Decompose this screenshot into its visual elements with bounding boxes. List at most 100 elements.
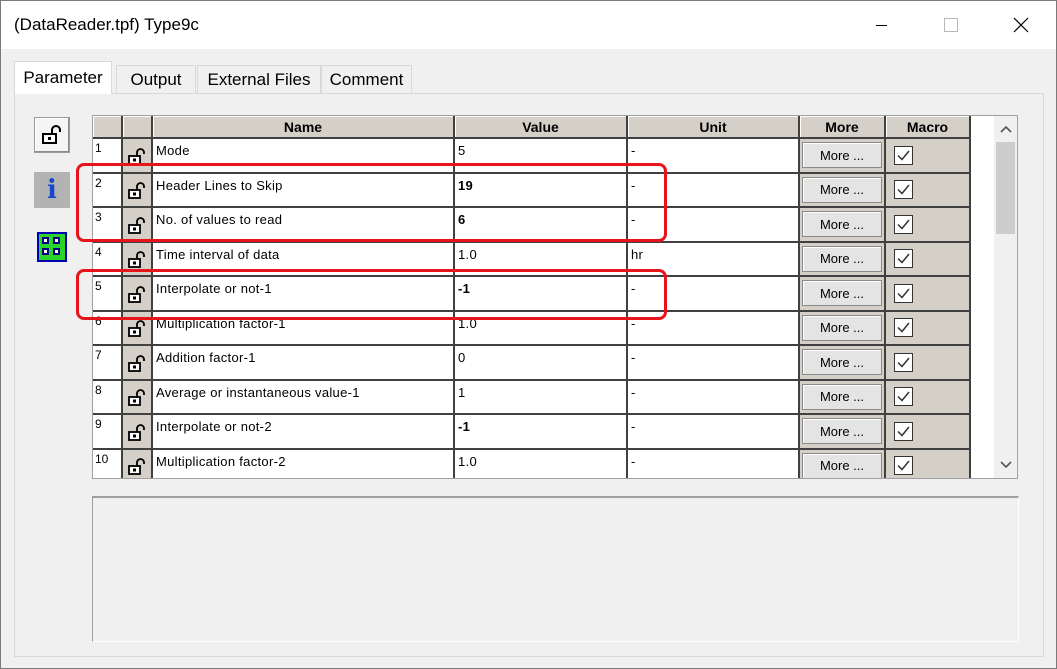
more-button[interactable]: More ... (802, 314, 882, 341)
macro-checkbox[interactable] (894, 456, 913, 476)
macro-checkbox[interactable] (894, 283, 913, 303)
more-button[interactable]: More ... (802, 452, 882, 478)
padlock-icon (128, 389, 145, 406)
chevron-down-icon (999, 461, 1012, 469)
row-lock-cell[interactable] (123, 449, 153, 478)
header-unit[interactable]: Unit (628, 116, 800, 139)
macro-cell (886, 277, 971, 312)
header-more[interactable]: More (800, 116, 886, 139)
more-button[interactable]: More ... (802, 245, 882, 272)
tab-external-files[interactable]: External Files (197, 65, 321, 93)
checkmark-icon (897, 253, 910, 264)
checkmark-icon (897, 322, 910, 333)
macro-checkbox[interactable] (894, 180, 913, 200)
parameter-unit-cell[interactable]: - (628, 449, 800, 478)
header-number (93, 116, 123, 139)
close-icon (1013, 17, 1029, 33)
row-lock-cell[interactable] (123, 380, 153, 415)
table-row[interactable]: 10 Multiplication factor-2 1.0- More ... (93, 449, 971, 478)
macro-cell (886, 346, 971, 381)
macro-cell (886, 139, 971, 174)
more-button[interactable]: More ... (802, 349, 882, 376)
parameter-value-cell[interactable]: -1 (455, 415, 628, 450)
padlock-icon (128, 251, 145, 268)
window-title: (DataReader.tpf) Type9c (14, 15, 199, 34)
macro-cell (886, 311, 971, 346)
more-cell: More ... (800, 242, 886, 277)
table-row[interactable]: 9 Interpolate or not-2 -1- More ... (93, 415, 971, 450)
header-value[interactable]: Value (455, 116, 628, 139)
scroll-up-button[interactable] (994, 118, 1017, 140)
more-cell: More ... (800, 311, 886, 346)
row-lock-cell[interactable] (123, 415, 153, 450)
checkmark-icon (897, 184, 910, 195)
parameter-name-cell: Multiplication factor-2 (153, 449, 455, 478)
table-row[interactable]: 7 Addition factor-1 0- More ... (93, 346, 971, 381)
tab-parameter[interactable]: Parameter (14, 61, 112, 94)
checkmark-icon (897, 357, 910, 368)
chart-icon (37, 232, 67, 262)
table-header-row: Name Value Unit More Macro (93, 116, 971, 139)
parameter-value-cell[interactable]: 1.0 (455, 449, 628, 478)
info-icon: i (47, 175, 57, 205)
macro-checkbox[interactable] (894, 214, 913, 234)
chevron-up-icon (999, 125, 1012, 133)
info-button[interactable]: i (34, 172, 70, 208)
macro-checkbox[interactable] (894, 387, 913, 407)
parameter-unit-cell[interactable]: - (628, 346, 800, 381)
padlock-icon (128, 423, 145, 441)
header-macro[interactable]: Macro (886, 116, 971, 139)
padlock-icon (42, 125, 61, 144)
lock-toggle-button[interactable] (34, 117, 70, 153)
more-button[interactable]: More ... (802, 280, 882, 307)
highlight-box-rows-2-3 (76, 163, 667, 242)
minimize-icon (875, 24, 887, 26)
tab-output[interactable]: Output (116, 65, 196, 93)
more-cell: More ... (800, 208, 886, 243)
checkmark-icon (897, 288, 910, 299)
highlight-box-row-5 (76, 269, 667, 320)
tab-comment[interactable]: Comment (321, 65, 412, 93)
row-number: 9 (93, 415, 123, 450)
row-lock-cell[interactable] (123, 346, 153, 381)
more-button[interactable]: More ... (802, 142, 882, 169)
more-button[interactable]: More ... (802, 418, 882, 445)
macro-checkbox[interactable] (894, 421, 913, 441)
header-name[interactable]: Name (153, 116, 455, 139)
checkmark-icon (897, 219, 910, 230)
parameter-name-cell: Addition factor-1 (153, 346, 455, 381)
parameter-unit-cell[interactable]: - (628, 415, 800, 450)
scroll-down-button[interactable] (994, 454, 1017, 476)
diagram-button[interactable] (34, 229, 70, 265)
table-row[interactable]: 8 Average or instantaneous value-1 1- More … (93, 380, 971, 415)
maximize-button[interactable] (916, 1, 986, 49)
checkmark-icon (897, 150, 910, 161)
macro-checkbox[interactable] (894, 249, 913, 269)
grid-scrollbar[interactable] (994, 116, 1017, 478)
macro-checkbox[interactable] (894, 145, 913, 165)
more-cell: More ... (800, 380, 886, 415)
more-button[interactable]: More ... (802, 176, 882, 203)
macro-cell (886, 415, 971, 450)
more-cell: More ... (800, 346, 886, 381)
more-button[interactable]: More ... (802, 383, 882, 410)
parameter-name-cell: Average or instantaneous value-1 (153, 380, 455, 415)
maximize-icon (944, 18, 958, 32)
parameter-value-cell[interactable]: 0 (455, 346, 628, 381)
macro-cell (886, 242, 971, 277)
macro-checkbox[interactable] (894, 318, 913, 338)
scroll-thumb[interactable] (996, 142, 1015, 234)
macro-cell (886, 208, 971, 243)
checkmark-icon (897, 426, 910, 437)
parameter-unit-cell[interactable]: - (628, 380, 800, 415)
parameter-value-cell[interactable]: 1 (455, 380, 628, 415)
description-area (92, 496, 1019, 642)
minimize-button[interactable] (846, 1, 916, 49)
more-button[interactable]: More ... (802, 211, 882, 238)
header-lock (123, 116, 153, 139)
more-cell: More ... (800, 139, 886, 174)
padlock-icon (128, 320, 145, 337)
macro-cell (886, 449, 971, 478)
close-button[interactable] (986, 1, 1056, 49)
macro-checkbox[interactable] (894, 352, 913, 372)
